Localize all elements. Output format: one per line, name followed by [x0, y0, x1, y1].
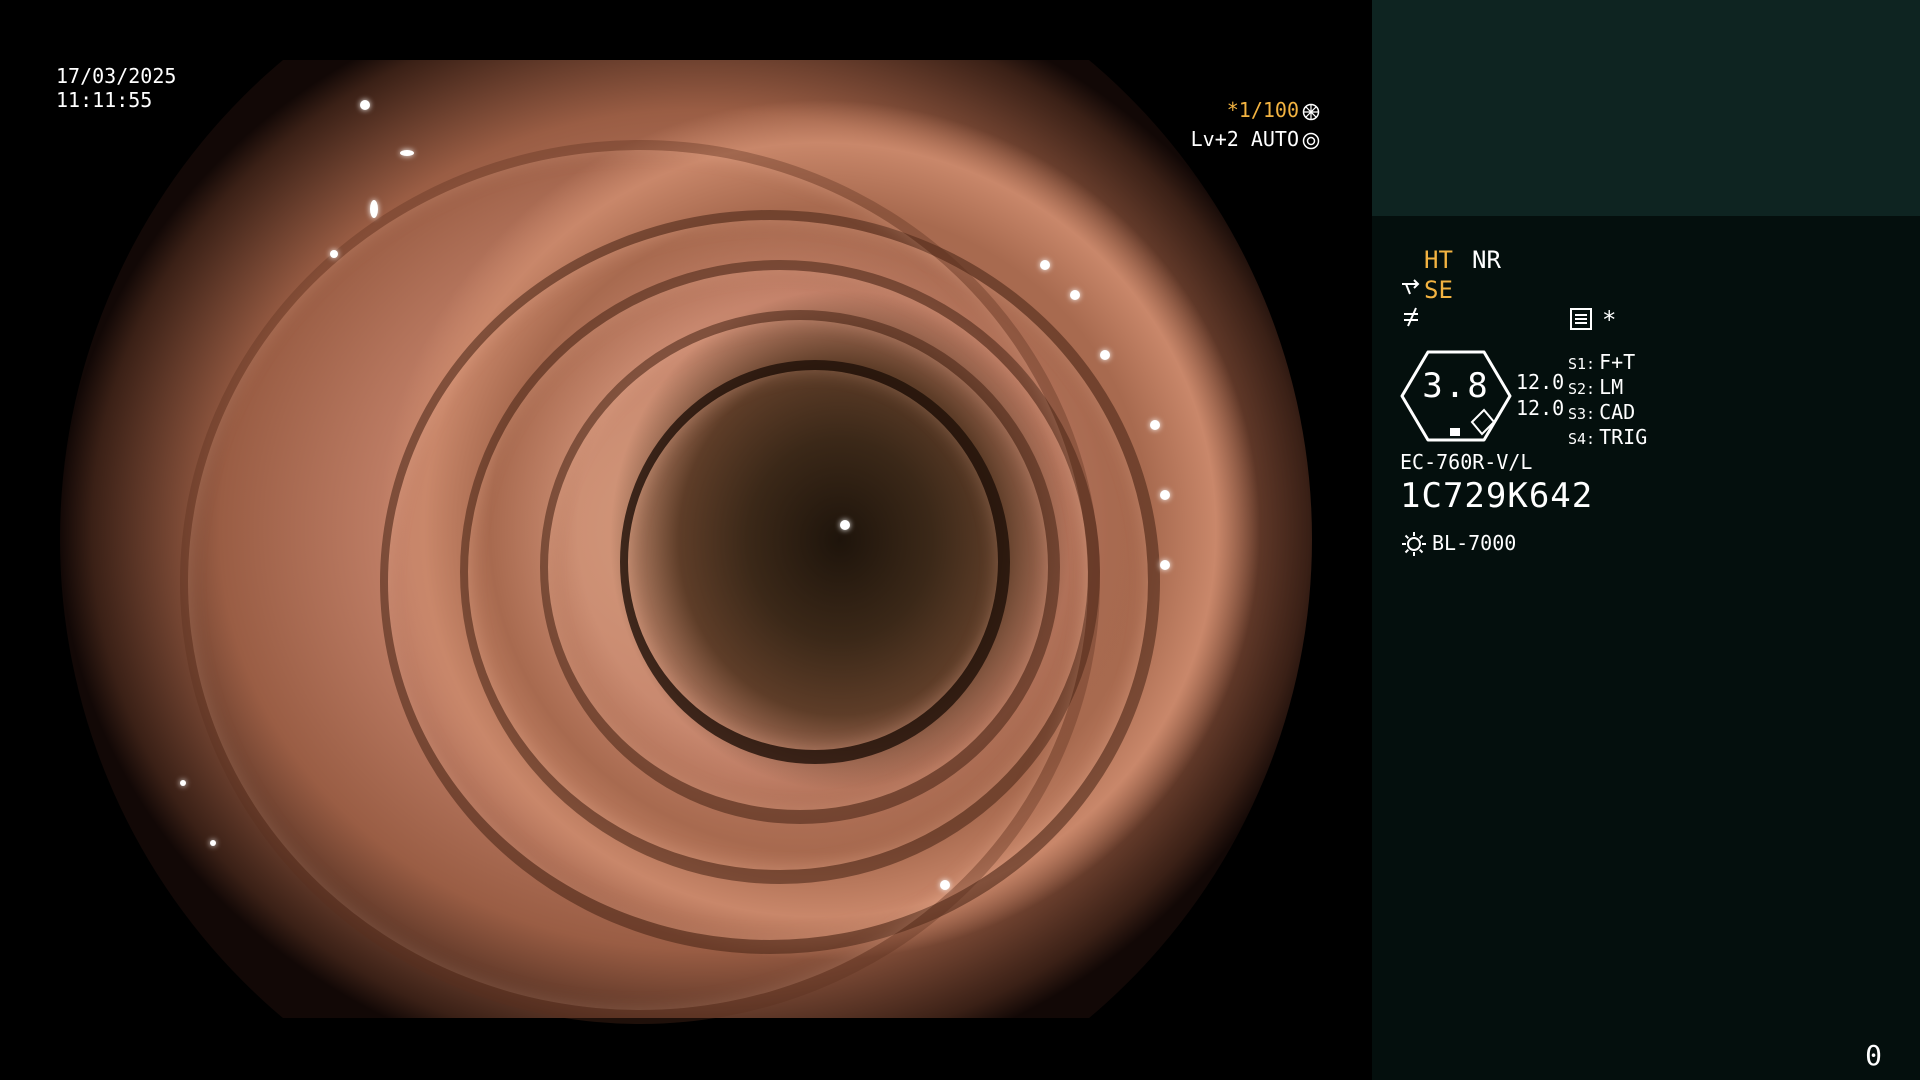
setting-key: S2:: [1568, 380, 1596, 398]
light-reflection: [1150, 420, 1160, 430]
shutter-row: *1/100: [1150, 96, 1320, 125]
light-reflection: [210, 840, 216, 846]
light-reflection: [940, 880, 950, 890]
slash-mode-icon: [1404, 307, 1418, 327]
iris-icon: [1302, 132, 1320, 149]
endoscope-image: [60, 60, 1312, 1024]
se-mode-label: SE: [1424, 276, 1453, 304]
setting-value: TRIG: [1599, 425, 1648, 449]
light-reflection: [180, 780, 186, 786]
switch-setting-s1: S1: F+T: [1568, 350, 1635, 374]
value-b: 12.0: [1516, 396, 1565, 420]
setting-key: S4:: [1568, 430, 1596, 448]
light-reflection: [840, 520, 850, 530]
setting-key: S3:: [1568, 405, 1596, 423]
light-source-model: BL-7000: [1432, 531, 1517, 555]
endoscope-video-area: 17/03/2025 11:11:55 *1/100 Lv+2 AUTO: [0, 0, 1372, 1080]
date-time-readout: 17/03/2025 11:11:55: [56, 64, 176, 112]
light-reflection: [370, 200, 378, 218]
light-reflection: [400, 150, 414, 156]
light-reflection: [1160, 560, 1170, 570]
value-a: 12.0: [1516, 370, 1565, 394]
light-reflection: [1070, 290, 1080, 300]
switch-setting-s2: S2: LM: [1568, 375, 1623, 399]
setting-value: F+T: [1599, 350, 1636, 374]
zoom-value: 3.8: [1422, 366, 1490, 406]
level-row: Lv+2 AUTO: [1150, 125, 1320, 154]
aperture-icon: [1302, 103, 1320, 120]
thumbnail-area: [1372, 0, 1920, 216]
light-reflection: [360, 100, 370, 110]
shutter-text: *1/100: [1226, 98, 1299, 122]
level-text: Lv+2 AUTO: [1190, 127, 1299, 151]
mucosal-fold: [180, 140, 1100, 1024]
menu-list-icon: [1570, 308, 1592, 330]
nr-mode-label: NR: [1472, 246, 1501, 274]
date-text: 17/03/2025: [56, 64, 177, 88]
scope-model: EC-760R-V/L: [1400, 450, 1533, 474]
setting-value: CAD: [1599, 400, 1636, 424]
light-source-icon: [1402, 532, 1426, 556]
status-panel: HT NR SE * 3.8 12.0 12.0 S1: F+T S2: LM S3…: [1372, 0, 1920, 1080]
switch-setting-s3: S3: CAD: [1568, 400, 1635, 424]
setting-key: S1:: [1568, 355, 1596, 373]
se-mode-icon: [1402, 279, 1420, 295]
ht-mode-label: HT: [1424, 246, 1453, 274]
frame-counter: 0: [1865, 1039, 1882, 1072]
light-reflection: [1040, 260, 1050, 270]
exposure-info: *1/100 Lv+2 AUTO: [1150, 96, 1320, 154]
light-reflection: [330, 250, 338, 258]
setting-value: LM: [1599, 375, 1624, 399]
switch-setting-s4: S4: TRIG: [1568, 425, 1647, 449]
time-text: 11:11:55: [56, 88, 153, 112]
star-indicator: *: [1602, 306, 1617, 334]
light-reflection: [1160, 490, 1170, 500]
light-reflection: [1100, 350, 1110, 360]
scope-serial: 1C729K642: [1400, 476, 1594, 516]
